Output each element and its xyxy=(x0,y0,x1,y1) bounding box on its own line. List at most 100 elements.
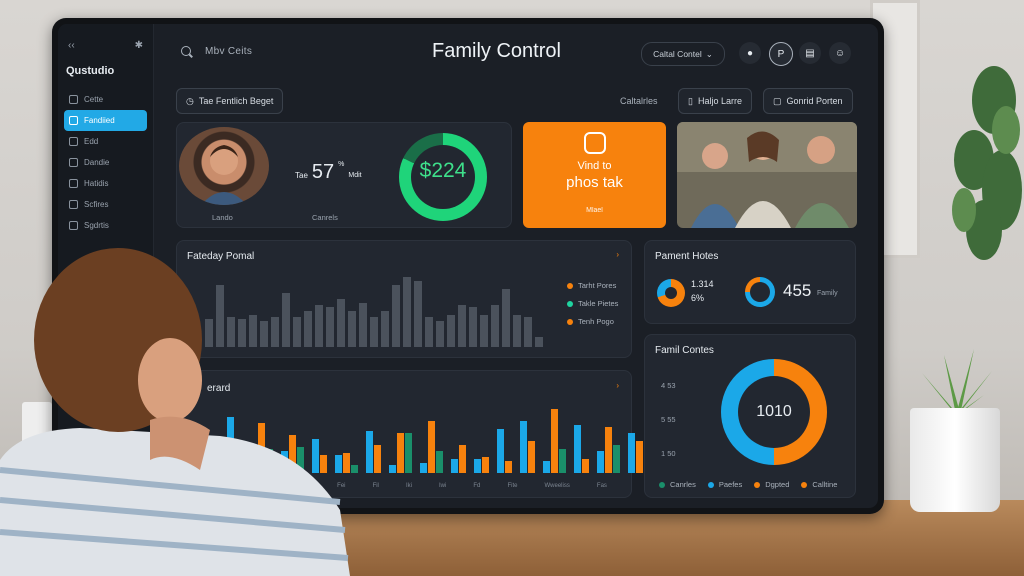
activity-bar xyxy=(597,451,604,473)
top-nav[interactable]: Mbv Ceits xyxy=(205,46,252,57)
promo-card[interactable]: Vind to phos tak Mlael xyxy=(523,122,666,228)
activity-bar xyxy=(520,421,527,473)
family-photo xyxy=(677,122,857,228)
legend-item: Tarht Pores xyxy=(567,281,618,290)
weekly-bar xyxy=(502,289,510,347)
legend-item: Calltine xyxy=(801,480,837,489)
sidebar-item-sgdrtis[interactable]: Sgdrtis xyxy=(58,215,153,236)
usage-stat: Tae 57 % Mdit xyxy=(295,161,362,183)
legend-item: Paefes xyxy=(707,480,742,489)
report-button[interactable]: ◷ Tae Fentlich Beget xyxy=(176,88,284,114)
calendar-icon[interactable]: ▤ xyxy=(799,42,821,64)
x-axis-label: Iki xyxy=(405,483,412,489)
sidebar-item-scfires[interactable]: Scfires xyxy=(58,194,153,215)
legend-item: Dgpted xyxy=(754,480,789,489)
activity-bar-group xyxy=(389,433,412,473)
activity-bar-group xyxy=(497,429,512,473)
search-icon[interactable] xyxy=(181,46,191,56)
activity-bar-group xyxy=(628,433,643,473)
help-button[interactable]: ▯ Haljo Larre xyxy=(678,88,752,114)
activity-bar xyxy=(497,429,504,473)
page-title: Family Control xyxy=(432,40,561,62)
document-icon: ▢ xyxy=(773,95,782,106)
activity-bar-group xyxy=(474,457,489,473)
bell-icon[interactable]: ● xyxy=(739,42,761,64)
activity-bar xyxy=(366,431,373,473)
clock-icon xyxy=(69,158,78,167)
edit-icon xyxy=(69,137,78,146)
back-icon[interactable]: ‹‹ xyxy=(68,40,75,51)
activity-bar xyxy=(605,427,612,473)
sidebar-item-fandiied[interactable]: Fandiied xyxy=(64,110,147,131)
activity-bar xyxy=(628,433,635,473)
activity-bar xyxy=(613,445,620,473)
stat-label: Canrels xyxy=(312,213,338,222)
settings-icon[interactable]: ✱ xyxy=(135,40,143,51)
controls-legend: Canrles Paefes Dgpted Calltine xyxy=(659,480,837,489)
clock-icon: ◷ xyxy=(186,95,194,106)
activity-bar xyxy=(436,451,443,473)
more-icon[interactable]: › xyxy=(616,250,619,259)
notes-card: Pament Hotes 1.314 6% 455 Family xyxy=(644,240,856,324)
weekly-bar xyxy=(381,311,389,347)
sidebar-item-hatidis[interactable]: Hatidis xyxy=(58,173,153,194)
spend-gauge-value: $224 xyxy=(419,159,467,182)
activity-bar-group xyxy=(420,421,443,473)
weekly-bar xyxy=(403,277,411,347)
clipboard-icon xyxy=(583,132,606,154)
x-axis-label: Fite xyxy=(507,483,518,489)
child-figure xyxy=(201,145,247,205)
user-icon[interactable]: ☺ xyxy=(829,42,851,64)
report-portal-button[interactable]: ▢ Gonrid Porten xyxy=(763,88,853,114)
controls-title: Famil Contes xyxy=(655,345,714,356)
succulent-plant xyxy=(922,349,992,415)
controls-link[interactable]: Caltalrles xyxy=(620,96,658,106)
weekly-legend: Tarht Pores Takle Pietes Tenh Pogo xyxy=(567,281,618,335)
p-icon[interactable]: P xyxy=(769,42,793,66)
activity-bar xyxy=(559,449,566,473)
x-axis-label: Fas xyxy=(596,483,607,489)
weekly-bar xyxy=(392,285,400,347)
activity-bar xyxy=(474,459,481,473)
activity-bar xyxy=(636,441,643,473)
weekly-bar xyxy=(458,305,466,347)
activity-bar-group xyxy=(366,431,381,473)
activity-bar xyxy=(428,421,435,473)
family-illustration xyxy=(677,122,857,228)
sidebar-item-dandie[interactable]: Dandie xyxy=(58,152,153,173)
activity-bar xyxy=(397,433,404,473)
activity-bar xyxy=(374,445,381,473)
weekly-bar xyxy=(513,315,521,347)
activity-bar-group xyxy=(597,427,620,473)
activity-bar xyxy=(405,433,412,473)
child-foreground xyxy=(0,248,350,576)
more-icon[interactable]: › xyxy=(616,381,619,390)
notes-donut-small xyxy=(657,279,685,307)
weekly-bar xyxy=(535,337,543,347)
sidebar-item-edd[interactable]: Edd xyxy=(58,131,153,152)
activity-bar xyxy=(505,461,512,473)
activity-bar xyxy=(420,463,427,473)
weekly-bar xyxy=(359,303,367,347)
activity-bar xyxy=(582,459,589,473)
shield-icon xyxy=(69,200,78,209)
notes-title: Pament Hotes xyxy=(655,251,719,262)
weekly-bar xyxy=(524,317,532,347)
weekly-bar xyxy=(447,315,455,347)
legend-item: Tenh Pogo xyxy=(567,317,618,326)
activity-bar xyxy=(528,441,535,473)
promo-line2: phos tak xyxy=(566,174,623,191)
activity-bar xyxy=(482,457,489,473)
activity-bar-group xyxy=(543,409,566,473)
dashboard-icon xyxy=(69,116,78,125)
activity-bar xyxy=(459,445,466,473)
x-axis-label: Fd xyxy=(473,483,481,489)
sidebar-item-cette[interactable]: Cette xyxy=(58,89,153,110)
chevron-down-icon: ⌄ xyxy=(705,48,713,59)
control-dropdown[interactable]: Caltal Contel ⌄ xyxy=(641,42,725,66)
gear-icon xyxy=(69,221,78,230)
weekly-bar xyxy=(370,317,378,347)
promo-line1: Vind to xyxy=(577,160,612,172)
sidebar-nav: Cette Fandiied Edd Dandie Hatidis Scfire… xyxy=(58,89,153,236)
weekly-bar xyxy=(491,305,499,347)
